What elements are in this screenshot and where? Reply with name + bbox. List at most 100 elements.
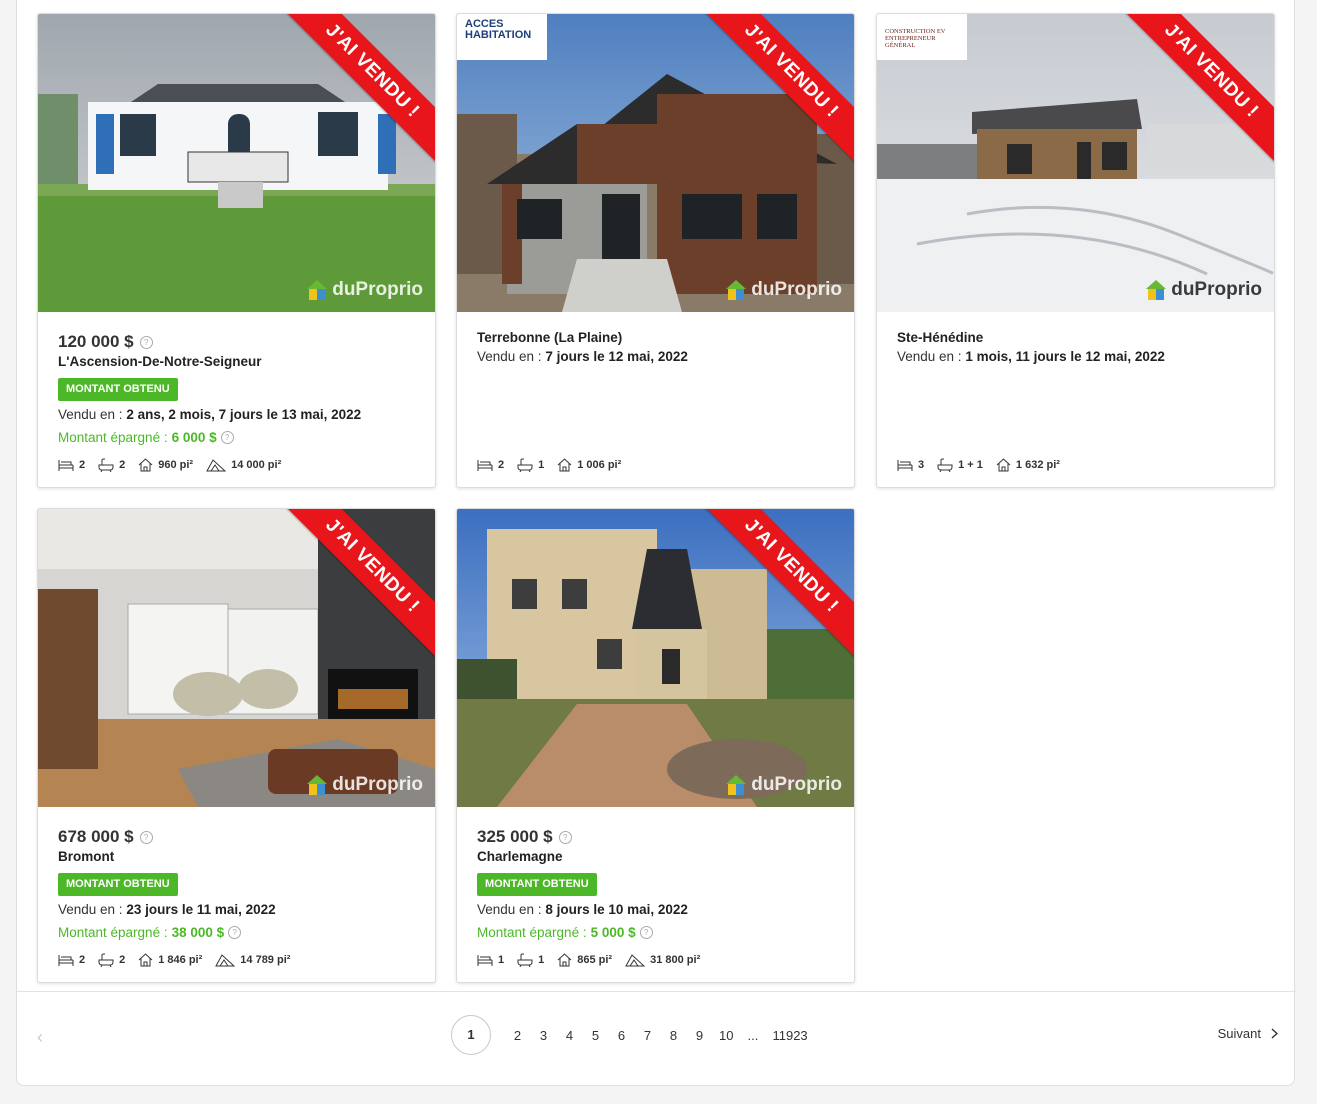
bathrooms: 2 (98, 953, 125, 967)
bathrooms: 1 (517, 953, 544, 967)
info-icon[interactable]: ? (220, 430, 234, 444)
builder-logo: CONSTRUCTION EV ENTREPRENEUR GÉNÉRAL (877, 14, 967, 60)
pagination: ‹ 1 2 3 4 5 6 7 8 9 10 ... 11923 Suivant (17, 991, 1296, 1078)
duproprio-house-icon (726, 280, 747, 300)
info-icon[interactable]: ? (639, 925, 653, 939)
page-3[interactable]: 3 (537, 1028, 550, 1043)
page-ellipsis: ... (747, 1027, 759, 1043)
bed-icon (477, 954, 493, 966)
bath-icon (517, 458, 533, 472)
listing-features: 1 1 865 pi² 31 800 pi² (477, 953, 713, 967)
bed-icon (58, 954, 74, 966)
amount-saved: Montant épargné :6 000 $? (58, 427, 417, 447)
previous-page-icon: ‹ (37, 1027, 43, 1047)
page-1[interactable]: 1 (451, 1015, 491, 1055)
bed-icon (58, 459, 74, 471)
listing-city: L'Ascension-De-Notre-Seigneur (58, 354, 262, 369)
lot-area: 31 800 pi² (625, 953, 700, 967)
lot-area: 14 000 pi² (206, 458, 281, 472)
sold-duration: Vendu en : 8 jours le 10 mai, 2022 (477, 902, 688, 917)
amount-saved: Montant épargné :38 000 $? (58, 922, 417, 942)
listings-panel: J'AI VENDU ! duProprio 120 000 $? L'Asce… (16, 0, 1296, 1086)
duproprio-watermark: duProprio (305, 278, 423, 302)
page-7[interactable]: 7 (641, 1028, 654, 1043)
listing-features: 2 2 960 pi² 14 000 pi² (58, 458, 294, 472)
bath-icon (937, 458, 953, 472)
bed-icon (477, 459, 493, 471)
duproprio-watermark: duProprio (724, 773, 842, 797)
house-icon (996, 458, 1011, 472)
page-5[interactable]: 5 (589, 1028, 602, 1043)
house-icon (138, 458, 153, 472)
builder-logo: ACCES HABITATION (457, 14, 547, 60)
info-icon[interactable]: ? (558, 830, 572, 844)
listing-card[interactable]: J'AI VENDU ! duProprio 678 000 $? Bromon… (37, 508, 436, 983)
sold-duration: Vendu en : 7 jours le 12 mai, 2022 (477, 349, 688, 364)
duproprio-house-icon (1146, 280, 1167, 300)
page-8[interactable]: 8 (667, 1028, 680, 1043)
listing-card[interactable]: CONSTRUCTION EV ENTREPRENEUR GÉNÉRAL J'A… (876, 13, 1275, 488)
house-icon (138, 953, 153, 967)
page-6[interactable]: 6 (615, 1028, 628, 1043)
duproprio-house-icon (307, 775, 328, 795)
duproprio-watermark: duProprio (1144, 278, 1262, 302)
listing-city: Terrebonne (La Plaine) (477, 330, 623, 345)
next-page-button[interactable]: Suivant (1218, 1026, 1278, 1041)
lot-area: 14 789 pi² (215, 953, 290, 967)
lot-icon (215, 954, 236, 967)
house-icon (557, 458, 572, 472)
listing-photo[interactable]: J'AI VENDU ! duProprio (38, 509, 435, 807)
listing-photo[interactable]: J'AI VENDU ! duProprio (457, 509, 854, 807)
bath-icon (517, 953, 533, 967)
listing-features: 3 1 + 1 1 632 pi² (897, 458, 1073, 472)
next-page-label: Suivant (1217, 1026, 1261, 1041)
listing-features: 2 2 1 846 pi² 14 789 pi² (58, 953, 303, 967)
lot-icon (206, 459, 227, 472)
info-icon[interactable]: ? (228, 925, 242, 939)
page-2[interactable]: 2 (511, 1028, 524, 1043)
living-area: 865 pi² (557, 953, 612, 967)
amount-saved: Montant épargné :5 000 $? (477, 922, 836, 942)
page-4[interactable]: 4 (563, 1028, 576, 1043)
listing-price: 678 000 $? (58, 825, 417, 849)
living-area: 960 pi² (138, 458, 193, 472)
listing-city: Bromont (58, 849, 115, 864)
info-icon[interactable]: ? (139, 830, 153, 844)
bed-icon (897, 459, 913, 471)
sold-duration: Vendu en : 2 ans, 2 mois, 7 jours le 13 … (58, 407, 362, 422)
listing-city: Charlemagne (477, 849, 563, 864)
listing-card[interactable]: J'AI VENDU ! duProprio 325 000 $? Charle… (456, 508, 855, 983)
listing-price: 325 000 $? (477, 825, 836, 849)
duproprio-watermark: duProprio (305, 773, 423, 797)
listing-card[interactable]: J'AI VENDU ! duProprio 120 000 $? L'Asce… (37, 13, 436, 488)
bedrooms: 2 (477, 459, 504, 472)
page-last[interactable]: 11923 (772, 1028, 807, 1043)
sold-duration: Vendu en : 1 mois, 11 jours le 12 mai, 2… (897, 349, 1165, 364)
duproprio-watermark: duProprio (724, 278, 842, 302)
listing-city: Ste-Hénédine (897, 330, 984, 345)
bathrooms: 2 (98, 458, 125, 472)
bedrooms: 2 (58, 954, 85, 967)
bedrooms: 3 (897, 459, 924, 472)
page-list: 1 2 3 4 5 6 7 8 9 10 ... 11923 (451, 1015, 821, 1055)
listing-photo[interactable]: ACCES HABITATION J'AI VENDU ! duProprio (457, 14, 854, 312)
sold-duration: Vendu en : 23 jours le 11 mai, 2022 (58, 902, 276, 917)
bedrooms: 2 (58, 459, 85, 472)
lot-icon (625, 954, 646, 967)
listing-photo[interactable]: J'AI VENDU ! duProprio (38, 14, 435, 312)
living-area: 1 632 pi² (996, 458, 1060, 472)
listing-features: 2 1 1 006 pi² (477, 458, 634, 472)
listing-price: 120 000 $? (58, 330, 417, 354)
page-10[interactable]: 10 (719, 1028, 733, 1043)
page-9[interactable]: 9 (693, 1028, 706, 1043)
listing-card[interactable]: ACCES HABITATION J'AI VENDU ! duProprio … (456, 13, 855, 488)
living-area: 1 006 pi² (557, 458, 621, 472)
amount-obtained-badge: MONTANT OBTENU (58, 873, 178, 896)
bathrooms: 1 + 1 (937, 458, 983, 472)
chevron-right-icon (1271, 1028, 1278, 1039)
bath-icon (98, 953, 114, 967)
living-area: 1 846 pi² (138, 953, 202, 967)
duproprio-house-icon (307, 280, 328, 300)
listing-photo[interactable]: CONSTRUCTION EV ENTREPRENEUR GÉNÉRAL J'A… (877, 14, 1274, 312)
info-icon[interactable]: ? (139, 335, 153, 349)
